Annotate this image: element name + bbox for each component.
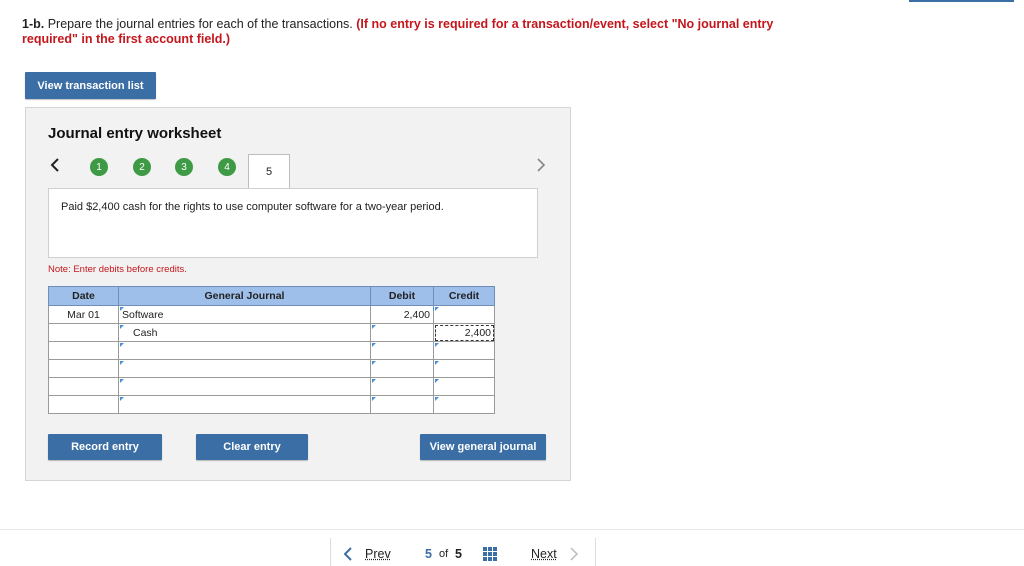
table-row: Cash 2,400 [48,323,495,342]
instruction-text: Prepare the journal entries for each of … [44,17,353,31]
page-of-label: of [439,548,449,560]
account-cell[interactable]: Software [118,305,371,324]
header-debit: Debit [370,286,434,306]
transaction-description-box: Paid $2,400 cash for the rights to use c… [48,188,538,258]
date-cell[interactable] [48,359,119,378]
transaction-description: Paid $2,400 cash for the rights to use c… [61,201,444,213]
credit-cell[interactable] [433,377,495,396]
credit-cell[interactable] [433,359,495,378]
table-row [48,341,495,360]
next-chevron-icon[interactable] [570,547,579,566]
credit-cell[interactable] [433,341,495,360]
account-cell[interactable] [118,395,371,414]
date-cell[interactable] [48,377,119,396]
record-entry-button[interactable]: Record entry [48,434,162,460]
account-cell[interactable]: Cash [118,323,371,342]
debit-cell[interactable] [370,359,434,378]
debit-cell[interactable] [370,323,434,342]
date-cell[interactable] [48,341,119,360]
step-1[interactable]: 1 [90,158,108,176]
date-cell[interactable] [48,323,119,342]
credit-cell[interactable]: 2,400 [433,323,495,342]
account-cell[interactable] [118,377,371,396]
instruction-lead: 1-b. [22,17,45,31]
account-cell[interactable] [118,341,371,360]
current-page: 5 [425,547,432,561]
step-3[interactable]: 3 [175,158,193,176]
date-cell[interactable] [48,395,119,414]
prev-link[interactable]: Prev [365,547,391,561]
chevron-right-icon[interactable] [536,156,546,177]
table-row [48,359,495,378]
top-accent-bar [909,0,1014,2]
debits-note: Note: Enter debits before credits. [48,264,187,275]
instructions: 1-b. Prepare the journal entries for eac… [22,17,802,47]
account-cell[interactable] [118,359,371,378]
table-row [48,395,495,414]
journal-worksheet-panel: Journal entry worksheet 1 2 3 4 5 Paid $… [25,107,571,481]
table-row: Mar 01 Software 2,400 [48,305,495,324]
clear-entry-button[interactable]: Clear entry [196,434,308,460]
step-4[interactable]: 4 [218,158,236,176]
journal-table: Date General Journal Debit Credit Mar 01… [48,286,495,414]
header-general-journal: General Journal [118,286,371,306]
view-transaction-list-button[interactable]: View transaction list [25,72,156,99]
date-cell[interactable]: Mar 01 [48,305,119,324]
credit-cell[interactable] [433,305,495,324]
table-row [48,377,495,396]
pager-divider [0,529,1024,530]
debit-cell[interactable] [370,341,434,360]
chevron-left-icon[interactable] [50,156,60,177]
worksheet-title: Journal entry worksheet [48,125,222,142]
grid-icon[interactable] [483,547,497,561]
debit-cell[interactable] [370,395,434,414]
debit-cell[interactable]: 2,400 [370,305,438,324]
next-link[interactable]: Next [531,547,557,561]
step-2[interactable]: 2 [133,158,151,176]
view-general-journal-button[interactable]: View general journal [420,434,546,460]
credit-cell[interactable] [433,395,495,414]
debit-cell[interactable] [370,377,434,396]
header-date: Date [48,286,119,306]
header-credit: Credit [433,286,495,306]
total-pages: 5 [455,547,462,561]
step-5-active[interactable]: 5 [248,154,290,189]
prev-chevron-icon[interactable] [343,547,352,566]
